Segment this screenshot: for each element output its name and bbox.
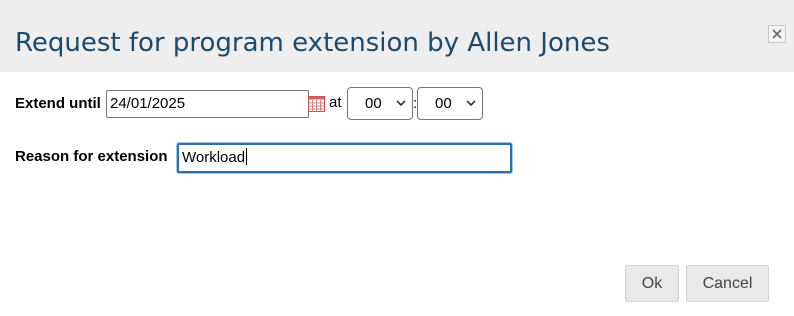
reason-value: Workload (182, 149, 246, 166)
cancel-button[interactable]: Cancel (686, 265, 769, 302)
chevron-down-icon (396, 100, 406, 107)
reason-label: Reason for extension (15, 148, 168, 165)
hour-select[interactable]: 00 (347, 87, 413, 120)
at-label: at (329, 94, 342, 111)
close-icon (772, 29, 782, 39)
reason-input[interactable]: Workload (177, 143, 512, 173)
minute-select[interactable]: 00 (417, 87, 483, 120)
ok-button[interactable]: Ok (625, 265, 679, 302)
hour-value: 00 (365, 95, 382, 112)
calendar-icon[interactable] (308, 96, 325, 112)
text-caret (246, 148, 248, 165)
minute-value: 00 (435, 95, 452, 112)
dialog-title: Request for program extension by Allen J… (15, 28, 610, 58)
extend-until-label: Extend until (15, 95, 101, 112)
dialog-titlebar: Request for program extension by Allen J… (0, 0, 794, 72)
chevron-down-icon (466, 100, 476, 107)
close-button[interactable] (768, 25, 786, 43)
extend-date-input[interactable]: 24/01/2025 (106, 90, 309, 118)
